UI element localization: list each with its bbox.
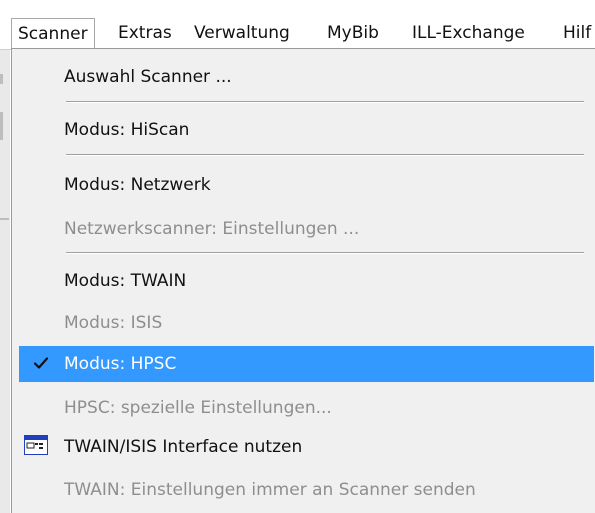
- menu-verwaltung[interactable]: Verwaltung: [194, 18, 290, 48]
- menu-item-label: HPSC: spezielle Einstellungen...: [64, 398, 332, 418]
- menu-item-modus-isis[interactable]: Modus: ISIS: [19, 305, 594, 341]
- menu-item-label: Modus: ISIS: [64, 313, 163, 333]
- menu-item-modus-twain[interactable]: Modus: TWAIN: [19, 263, 594, 299]
- menu-item-modus-hiscan[interactable]: Modus: HiScan: [19, 112, 594, 148]
- menu-item-label: Netzwerkscanner: Einstellungen ...: [64, 219, 360, 239]
- background-divider: [0, 218, 9, 220]
- menu-hilfe[interactable]: Hilf: [563, 18, 591, 48]
- menu-item-label: Modus: HPSC: [64, 354, 177, 374]
- menu-item-modus-hpsc[interactable]: Modus: HPSC: [19, 346, 594, 382]
- menu-item-netzwerkscanner-einstellungen[interactable]: Netzwerkscanner: Einstellungen ...: [19, 211, 594, 247]
- menu-item-twain-einstellungen-senden[interactable]: TWAIN: Einstellungen immer an Scanner se…: [19, 472, 594, 508]
- menu-item-auswahl-scanner[interactable]: Auswahl Scanner ...: [19, 59, 594, 95]
- menu-item-label: TWAIN: Einstellungen immer an Scanner se…: [64, 480, 476, 500]
- menu-scanner[interactable]: Scanner: [11, 18, 95, 48]
- window-interface-icon: [24, 435, 48, 455]
- background-divider: [0, 74, 3, 84]
- menu-item-hpsc-spezielle-einstellungen[interactable]: HPSC: spezielle Einstellungen...: [19, 390, 594, 426]
- application-window: Scanner Extras Verwaltung MyBib ILL-Exch…: [0, 0, 595, 513]
- menu-item-label: Modus: TWAIN: [64, 271, 187, 291]
- background-divider: [0, 112, 3, 140]
- menu-item-label: TWAIN/ISIS Interface nutzen: [64, 437, 303, 457]
- menu-separator: [66, 252, 584, 254]
- menu-item-twain-isis-interface[interactable]: TWAIN/ISIS Interface nutzen: [19, 429, 594, 465]
- menu-item-label: Modus: HiScan: [64, 120, 190, 140]
- background-window-edge: [0, 50, 10, 513]
- menu-item-label: Modus: Netzwerk: [64, 175, 211, 195]
- menu-separator: [66, 101, 584, 103]
- menu-item-label: Auswahl Scanner ...: [64, 67, 232, 87]
- scanner-menu-dropdown: Auswahl Scanner ... Modus: HiScan Modus:…: [11, 48, 595, 513]
- menu-item-modus-netzwerk[interactable]: Modus: Netzwerk: [19, 167, 594, 203]
- menu-ill-exchange[interactable]: ILL-Exchange: [412, 18, 525, 48]
- menu-bar: Scanner Extras Verwaltung MyBib ILL-Exch…: [0, 0, 595, 50]
- menu-extras[interactable]: Extras: [118, 18, 172, 48]
- checkmark-icon: [33, 357, 49, 369]
- menu-mybib[interactable]: MyBib: [327, 18, 379, 48]
- menu-separator: [66, 154, 584, 156]
